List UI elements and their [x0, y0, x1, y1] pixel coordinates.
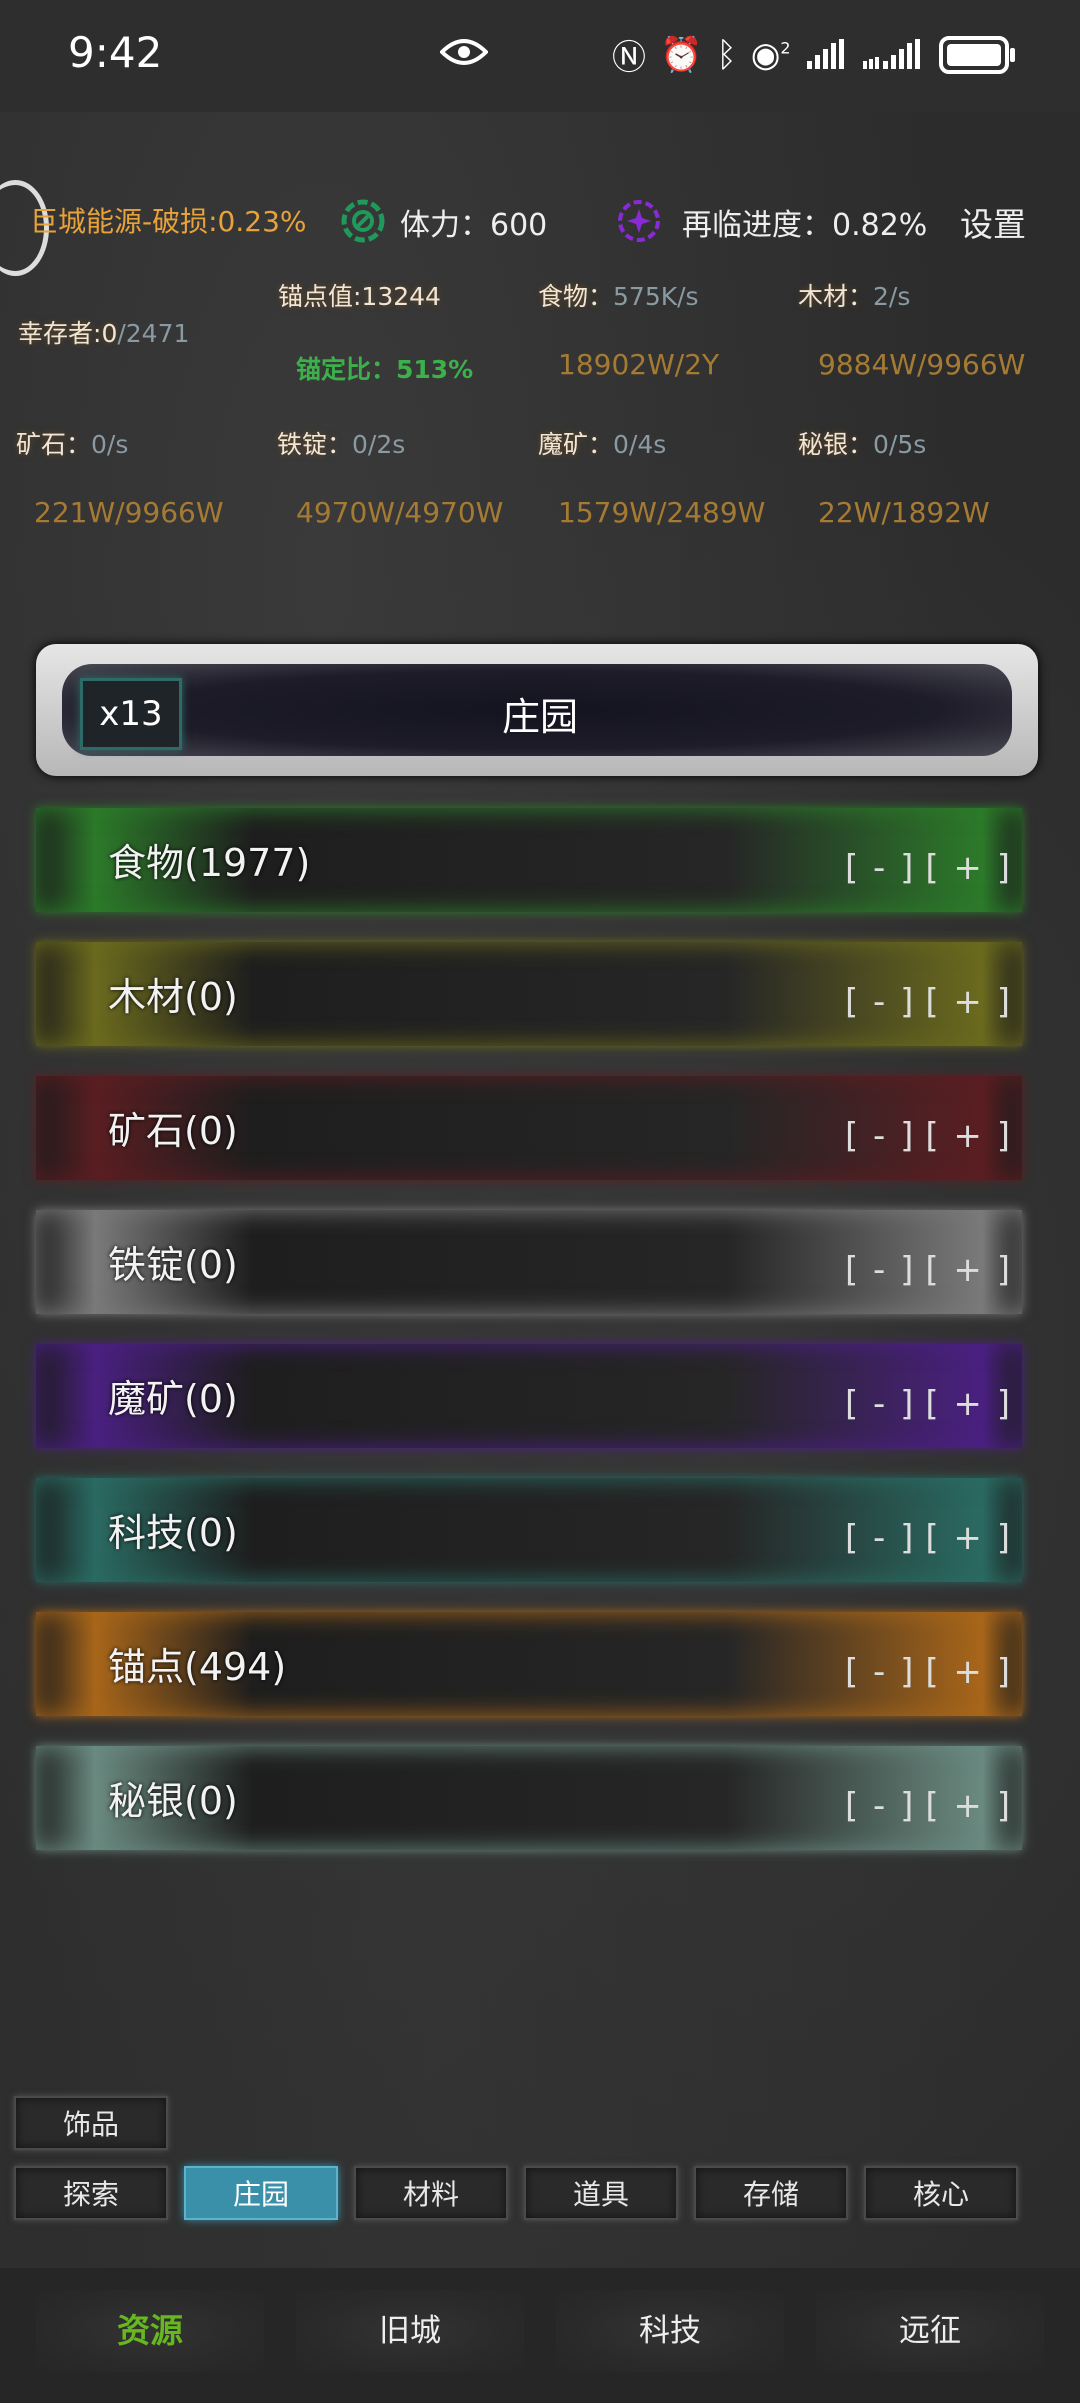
- building-multiplier[interactable]: x13: [80, 678, 182, 750]
- tab-core[interactable]: 核心: [864, 2166, 1018, 2220]
- survivors-total: /2471: [117, 319, 190, 348]
- survivors-label: 幸存者:: [18, 319, 102, 348]
- ore-label: 矿石：: [16, 430, 92, 459]
- ingot-rate: 0/2s: [352, 430, 406, 459]
- increase-button[interactable]: [ + ]: [925, 1786, 1012, 1826]
- alarm-icon: ⏰: [660, 34, 703, 75]
- anchor-ratio: 锚定比：513%: [296, 355, 474, 384]
- increase-button[interactable]: [ + ]: [925, 848, 1012, 888]
- mithril-capacity: 22W/1892W: [818, 496, 990, 529]
- increase-button[interactable]: [ + ]: [925, 1250, 1012, 1290]
- stamina-value: 体力：600: [400, 208, 548, 243]
- increase-button[interactable]: [ + ]: [925, 1116, 1012, 1156]
- ingot-label: 铁锭：: [277, 430, 353, 459]
- stamina-icon: [338, 196, 388, 250]
- increase-button[interactable]: [ + ]: [925, 1384, 1012, 1424]
- battery-icon: [938, 35, 1015, 74]
- resource-name: 科技(0): [108, 1511, 238, 1555]
- status-icons: Ⓝ ⏰ ᛒ ◉2: [612, 30, 1015, 79]
- increase-button[interactable]: [ + ]: [925, 1518, 1012, 1558]
- resource-row-magic-ore: 魔矿(0) [ - ][ + ]: [36, 1344, 1022, 1448]
- resource-row-anchor: 锚点(494) [ - ][ + ]: [36, 1612, 1022, 1716]
- survivors-current: 0: [101, 319, 118, 348]
- hotspot-icon: ◉2: [750, 34, 791, 75]
- resource-row-ingot: 铁锭(0) [ - ][ + ]: [36, 1210, 1022, 1314]
- decrease-button[interactable]: [ - ]: [845, 1116, 915, 1156]
- bluetooth-icon: ᛒ: [716, 34, 737, 75]
- eye-icon: [439, 36, 489, 72]
- food-label: 食物：: [538, 282, 614, 311]
- resource-row-mithril: 秘银(0) [ - ][ + ]: [36, 1746, 1022, 1850]
- decrease-button[interactable]: [ - ]: [845, 848, 915, 888]
- city-energy-status: 巨城能源-破损:0.23%: [30, 205, 307, 238]
- status-bar: 9:42 Ⓝ ⏰ ᛒ ◉2: [0, 0, 1080, 112]
- resource-name: 矿石(0): [108, 1109, 238, 1153]
- tab-accessories[interactable]: 饰品: [14, 2096, 168, 2150]
- signal-icon: [806, 38, 844, 69]
- ingot-capacity: 4970W/4970W: [296, 496, 504, 529]
- anchor-value: 锚点值:13244: [278, 282, 441, 311]
- wood-rate: 2/s: [873, 282, 911, 311]
- settings-button[interactable]: 设置: [960, 198, 1026, 246]
- ingot-stat: 铁锭：0/2s: [277, 425, 405, 461]
- building-title: 庄园: [501, 695, 578, 739]
- increase-button[interactable]: [ + ]: [925, 982, 1012, 1022]
- magic-ore-label: 魔矿：: [538, 430, 614, 459]
- magic-ore-stat: 魔矿：0/4s: [538, 425, 666, 461]
- tab-explore[interactable]: 探索: [14, 2166, 168, 2220]
- tab-manor[interactable]: 庄园: [184, 2166, 338, 2220]
- nav-resources[interactable]: 资源: [36, 2290, 264, 2372]
- signal-icon: [862, 38, 920, 69]
- resource-row-ore: 矿石(0) [ - ][ + ]: [36, 1076, 1022, 1180]
- resource-name: 铁锭(0): [108, 1243, 238, 1287]
- decrease-button[interactable]: [ - ]: [845, 982, 915, 1022]
- ore-stat: 矿石：0/s: [16, 425, 128, 461]
- increase-button[interactable]: [ + ]: [925, 1652, 1012, 1692]
- decrease-button[interactable]: [ - ]: [845, 1518, 915, 1558]
- mithril-label: 秘银：: [798, 430, 874, 459]
- magic-ore-capacity: 1579W/2489W: [558, 496, 766, 529]
- survivors-stat: 幸存者:0/2471: [18, 314, 189, 350]
- recurrence-icon: [614, 196, 664, 250]
- food-stat: 食物：575K/s: [538, 277, 699, 313]
- resource-row-food: 食物(1977) [ - ][ + ]: [36, 808, 1022, 912]
- decrease-button[interactable]: [ - ]: [845, 1384, 915, 1424]
- ore-rate: 0/s: [91, 430, 129, 459]
- resource-name: 食物(1977): [108, 841, 311, 885]
- tab-items[interactable]: 道具: [524, 2166, 678, 2220]
- wood-label: 木材：: [798, 282, 874, 311]
- mithril-rate: 0/5s: [873, 430, 927, 459]
- nfc-icon: Ⓝ: [612, 38, 646, 78]
- nav-expedition[interactable]: 远征: [816, 2290, 1044, 2372]
- resource-name: 秘银(0): [108, 1779, 238, 1823]
- mithril-stat: 秘银：0/5s: [798, 425, 926, 461]
- nav-tech[interactable]: 科技: [556, 2290, 784, 2372]
- wood-stat: 木材：2/s: [798, 277, 910, 313]
- food-capacity: 18902W/2Y: [558, 348, 720, 381]
- status-time: 9:42: [68, 28, 163, 77]
- decrease-button[interactable]: [ - ]: [845, 1652, 915, 1692]
- resource-name: 锚点(494): [108, 1645, 287, 1689]
- decrease-button[interactable]: [ - ]: [845, 1250, 915, 1290]
- food-rate: 575K/s: [613, 282, 699, 311]
- ore-capacity: 221W/9966W: [34, 496, 224, 529]
- magic-ore-rate: 0/4s: [613, 430, 667, 459]
- resource-row-wood: 木材(0) [ - ][ + ]: [36, 942, 1022, 1046]
- wood-capacity: 9884W/9966W: [818, 348, 1026, 381]
- resource-row-tech: 科技(0) [ - ][ + ]: [36, 1478, 1022, 1582]
- nav-old-city[interactable]: 旧城: [296, 2290, 524, 2372]
- decrease-button[interactable]: [ - ]: [845, 1786, 915, 1826]
- resource-name: 木材(0): [108, 975, 238, 1019]
- tab-storage[interactable]: 存储: [694, 2166, 848, 2220]
- recurrence-progress: 再临进度：0.82%: [682, 208, 928, 243]
- resource-name: 魔矿(0): [108, 1377, 238, 1421]
- tab-materials[interactable]: 材料: [354, 2166, 508, 2220]
